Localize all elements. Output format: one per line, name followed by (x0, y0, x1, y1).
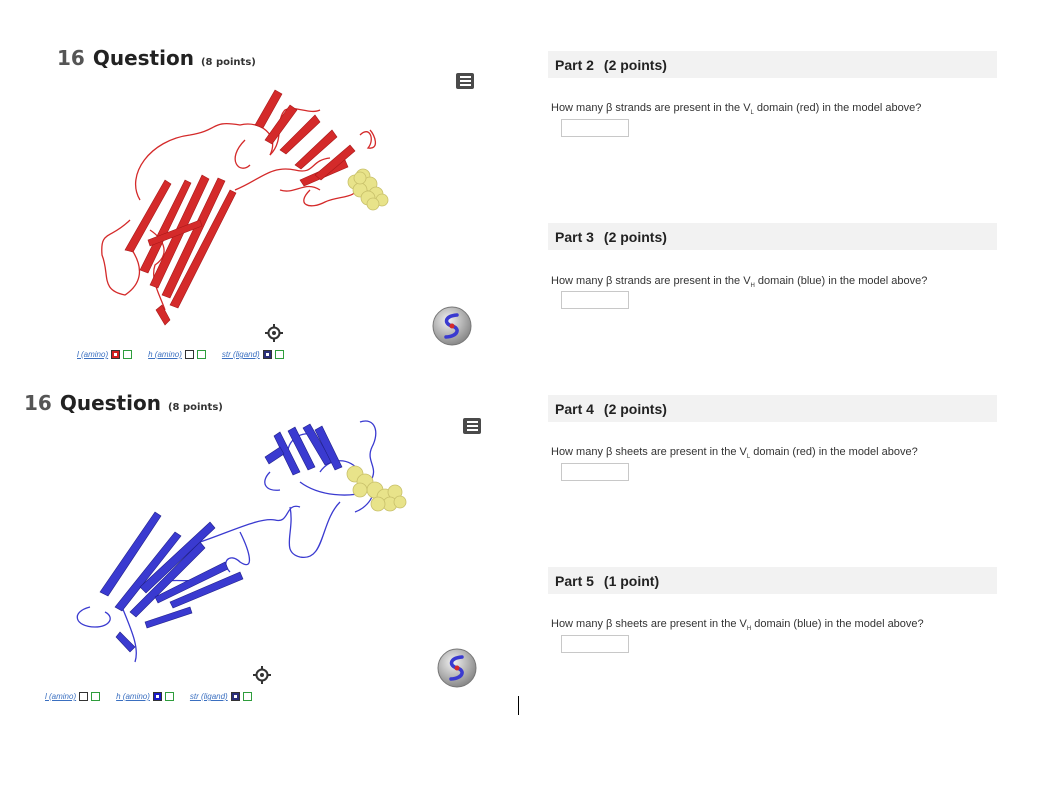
part-4-question: How many β sheets are present in the VL … (551, 446, 918, 461)
part-5-answer-input[interactable] (561, 635, 629, 653)
coil-loop (264, 471, 281, 491)
part-title: Part 4 (555, 400, 594, 417)
viewer-controls: l (amino) h (amino) str (ligand) (77, 350, 300, 359)
beta-strand (144, 606, 193, 629)
crosshair-icon[interactable] (265, 324, 283, 342)
coil-loop (225, 531, 251, 573)
coil-loop (359, 129, 377, 149)
toggle-checkbox[interactable] (91, 692, 101, 701)
structure-logo-icon[interactable] (437, 648, 477, 688)
beta-strand (155, 304, 171, 326)
text-cursor (518, 696, 519, 715)
part-title: Part 3 (555, 228, 594, 245)
part-points: (2 points) (603, 400, 667, 417)
part-3-header: Part 3 (2 points) (548, 223, 997, 250)
coil-loop (199, 505, 301, 543)
part-3-question: How many β strands are present in the VH… (551, 275, 928, 290)
toggle-checkbox[interactable] (274, 350, 284, 359)
part-2-answer-input[interactable] (561, 119, 629, 137)
question-number: 16 (57, 46, 85, 70)
beta-strand (139, 521, 216, 594)
control-link-l-amino[interactable]: l (amino) (45, 692, 76, 701)
viewer-controls: l (amino) h (amino) str (ligand) (45, 692, 268, 701)
ligand-spheres (346, 465, 407, 512)
coil-loop (234, 139, 251, 169)
coil-loop (101, 219, 141, 296)
toggle-checkbox[interactable] (164, 692, 174, 701)
part-5-header: Part 5 (1 point) (548, 567, 997, 594)
color-swatch[interactable] (152, 692, 162, 701)
question-title: 16 Question (8 points) (57, 46, 256, 70)
part-5-question: How many β sheets are present in the VH … (551, 618, 924, 633)
beta-strand (264, 446, 285, 465)
part-4-answer-input[interactable] (561, 463, 629, 481)
menu-icon (459, 76, 471, 78)
structure-logo-icon[interactable] (432, 306, 472, 346)
molecule-viewer-heavy-chain[interactable] (60, 412, 480, 672)
question-number: 16 (24, 391, 52, 415)
part-points: (2 points) (603, 228, 667, 245)
control-link-str-ligand[interactable]: str (ligand) (222, 350, 260, 359)
control-link-str-ligand[interactable]: str (ligand) (190, 692, 228, 701)
part-points: (1 point) (603, 572, 660, 589)
part-title: Part 5 (555, 572, 594, 589)
crosshair-icon[interactable] (253, 666, 271, 684)
color-swatch[interactable] (184, 350, 194, 359)
question-label: Question (92, 46, 194, 70)
color-swatch[interactable] (79, 692, 89, 701)
coil-loop (288, 501, 341, 558)
part-title: Part 2 (555, 56, 594, 73)
coil-loop (76, 606, 111, 628)
question-points: (8 points) (200, 57, 256, 68)
toggle-checkbox[interactable] (196, 350, 206, 359)
part-4-header: Part 4 (2 points) (548, 395, 997, 422)
control-link-h-amino[interactable]: h (amino) (116, 692, 150, 701)
control-link-h-amino[interactable]: h (amino) (148, 350, 182, 359)
color-swatch[interactable] (262, 350, 272, 359)
toggle-checkbox[interactable] (242, 692, 252, 701)
coil-loop (279, 185, 321, 192)
part-3-answer-input[interactable] (561, 291, 629, 309)
color-swatch[interactable] (111, 350, 121, 359)
color-swatch[interactable] (230, 692, 240, 701)
toggle-checkbox[interactable] (123, 350, 133, 359)
control-link-l-amino[interactable]: l (amino) (77, 350, 108, 359)
beta-strand (124, 179, 172, 253)
molecule-viewer-light-chain[interactable] (70, 80, 470, 340)
part-2-question: How many β strands are present in the VL… (551, 102, 922, 117)
ligand-spheres (347, 168, 389, 211)
part-points: (2 points) (603, 56, 667, 73)
beta-strand (115, 631, 136, 653)
beta-strand (169, 189, 237, 309)
part-2-header: Part 2 (2 points) (548, 51, 997, 78)
